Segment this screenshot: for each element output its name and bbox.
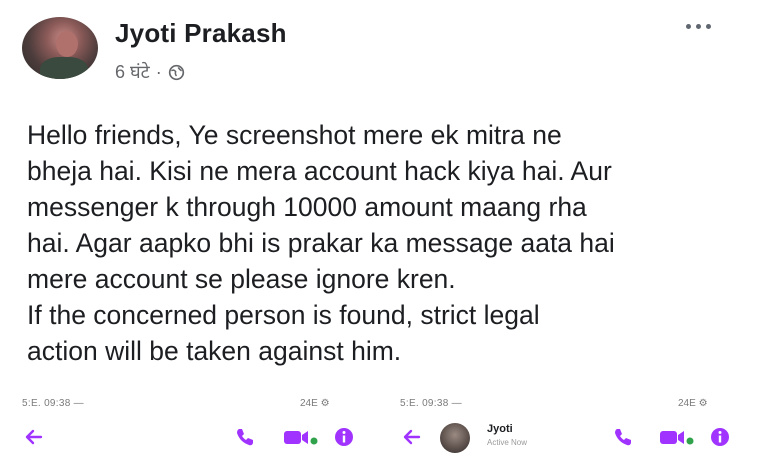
avatar-face bbox=[56, 31, 78, 57]
meta-separator: · bbox=[155, 61, 162, 82]
contact-avatar[interactable] bbox=[440, 423, 470, 453]
messenger-screenshot-right: 5:E. 09:38 — 24E ⚙ Jyoti Active Now bbox=[380, 396, 760, 461]
dot bbox=[696, 24, 701, 29]
author-avatar[interactable] bbox=[22, 17, 98, 79]
contact-name[interactable]: Jyoti bbox=[487, 423, 513, 435]
video-icon[interactable] bbox=[658, 426, 694, 448]
post-line: bheja hai. Kisi ne mera account hack kiy… bbox=[27, 156, 612, 186]
messenger-toolbar bbox=[0, 426, 380, 452]
status-bar-icons: 24E ⚙ bbox=[300, 398, 330, 409]
post-line: If the concerned person is found, strict… bbox=[27, 300, 540, 330]
phone-icon[interactable] bbox=[234, 426, 256, 448]
post-meta: 6 घंटे · bbox=[115, 60, 185, 84]
post-line: messenger k through 10000 amount maang r… bbox=[27, 192, 587, 222]
status-bar-time: 5:E. 09:38 — bbox=[400, 398, 462, 409]
dot bbox=[706, 24, 711, 29]
more-options-icon[interactable] bbox=[686, 24, 711, 29]
contact-status: Active Now bbox=[487, 438, 528, 447]
post-line: action will be taken against him. bbox=[27, 336, 402, 366]
post-time[interactable]: 6 घंटे bbox=[115, 60, 150, 84]
post-line: mere account se please ignore kren. bbox=[27, 264, 456, 294]
messenger-toolbar: Jyoti Active Now bbox=[380, 423, 760, 453]
info-icon[interactable] bbox=[333, 426, 355, 448]
messenger-screenshot-left: 5:E. 09:38 — 24E ⚙ bbox=[0, 396, 380, 461]
info-icon[interactable] bbox=[709, 426, 731, 448]
globe-icon[interactable] bbox=[168, 64, 185, 81]
back-arrow-icon[interactable] bbox=[22, 426, 44, 448]
post-line: hai. Agar aapko bhi is prakar ka message… bbox=[27, 228, 615, 258]
status-bar-time: 5:E. 09:38 — bbox=[22, 398, 84, 409]
video-icon[interactable] bbox=[282, 426, 318, 448]
status-bar-icons: 24E ⚙ bbox=[678, 398, 708, 409]
post-line: Hello friends, Ye screenshot mere ek mit… bbox=[27, 120, 562, 150]
back-arrow-icon[interactable] bbox=[400, 426, 422, 448]
post-body: Hello friends, Ye screenshot mere ek mit… bbox=[27, 117, 747, 369]
avatar-shirt bbox=[40, 57, 88, 79]
author-name[interactable]: Jyoti Prakash bbox=[115, 18, 287, 49]
phone-icon[interactable] bbox=[612, 426, 634, 448]
dot bbox=[686, 24, 691, 29]
